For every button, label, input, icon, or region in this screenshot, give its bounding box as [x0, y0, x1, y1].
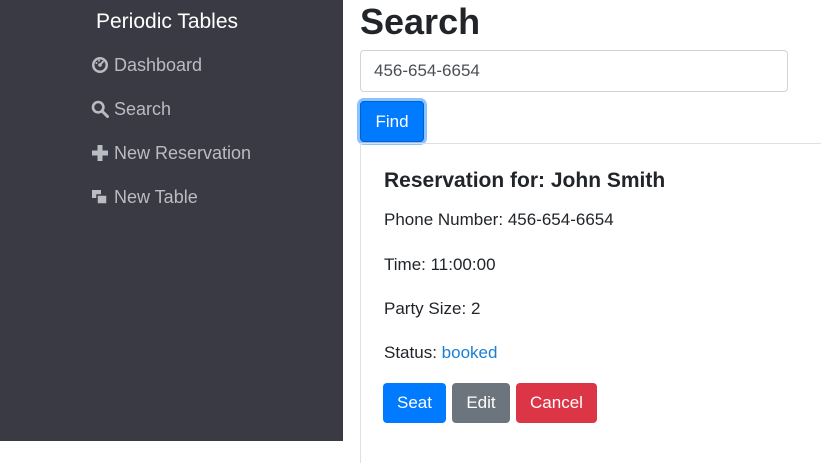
time-label: Time:	[384, 255, 426, 274]
seat-button[interactable]: Seat	[383, 383, 446, 423]
sidebar-item-label: Search	[114, 98, 172, 119]
phone-line: Phone Number: 456-654-6654	[384, 210, 614, 230]
sidebar-item-label: New Table	[114, 186, 198, 207]
table-icon	[90, 187, 110, 207]
find-button[interactable]: Find	[360, 101, 424, 142]
search-input[interactable]	[360, 50, 788, 92]
search-icon	[90, 99, 110, 119]
time-value: 11:00:00	[430, 255, 496, 274]
sidebar-item-new-table[interactable]: New Table	[90, 185, 198, 209]
status-label: Status:	[384, 343, 437, 362]
sidebar-item-label: New Reservation	[114, 142, 252, 163]
edit-button[interactable]: Edit	[452, 383, 510, 423]
time-line: Time: 11:00:00	[384, 255, 496, 275]
reservation-card: Reservation for: John Smith Phone Number…	[360, 143, 821, 463]
party-size-line: Party Size: 2	[384, 299, 480, 319]
sidebar-item-label: Dashboard	[114, 54, 203, 75]
cancel-button[interactable]: Cancel	[516, 383, 597, 423]
sidebar: Periodic Tables Dashboard Search New Res…	[0, 0, 343, 441]
page-title: Search	[360, 1, 481, 42]
sidebar-item-dashboard[interactable]: Dashboard	[90, 53, 202, 77]
phone-value: 456-654-6654	[507, 210, 614, 229]
main-content: Search Find Reservation for: John Smith …	[343, 0, 821, 463]
status-line: Status: booked	[384, 343, 497, 363]
party-size-value: 2	[470, 299, 481, 318]
dashboard-icon	[90, 55, 110, 75]
brand-title[interactable]: Periodic Tables	[96, 8, 238, 36]
party-size-label: Party Size:	[384, 299, 467, 318]
reservation-title: Reservation for: John Smith	[384, 169, 666, 192]
phone-label: Phone Number:	[384, 210, 504, 229]
sidebar-item-search[interactable]: Search	[90, 97, 171, 121]
status-value: booked	[441, 343, 498, 362]
sidebar-item-new-reservation[interactable]: New Reservation	[90, 141, 251, 165]
plus-icon	[90, 143, 110, 163]
